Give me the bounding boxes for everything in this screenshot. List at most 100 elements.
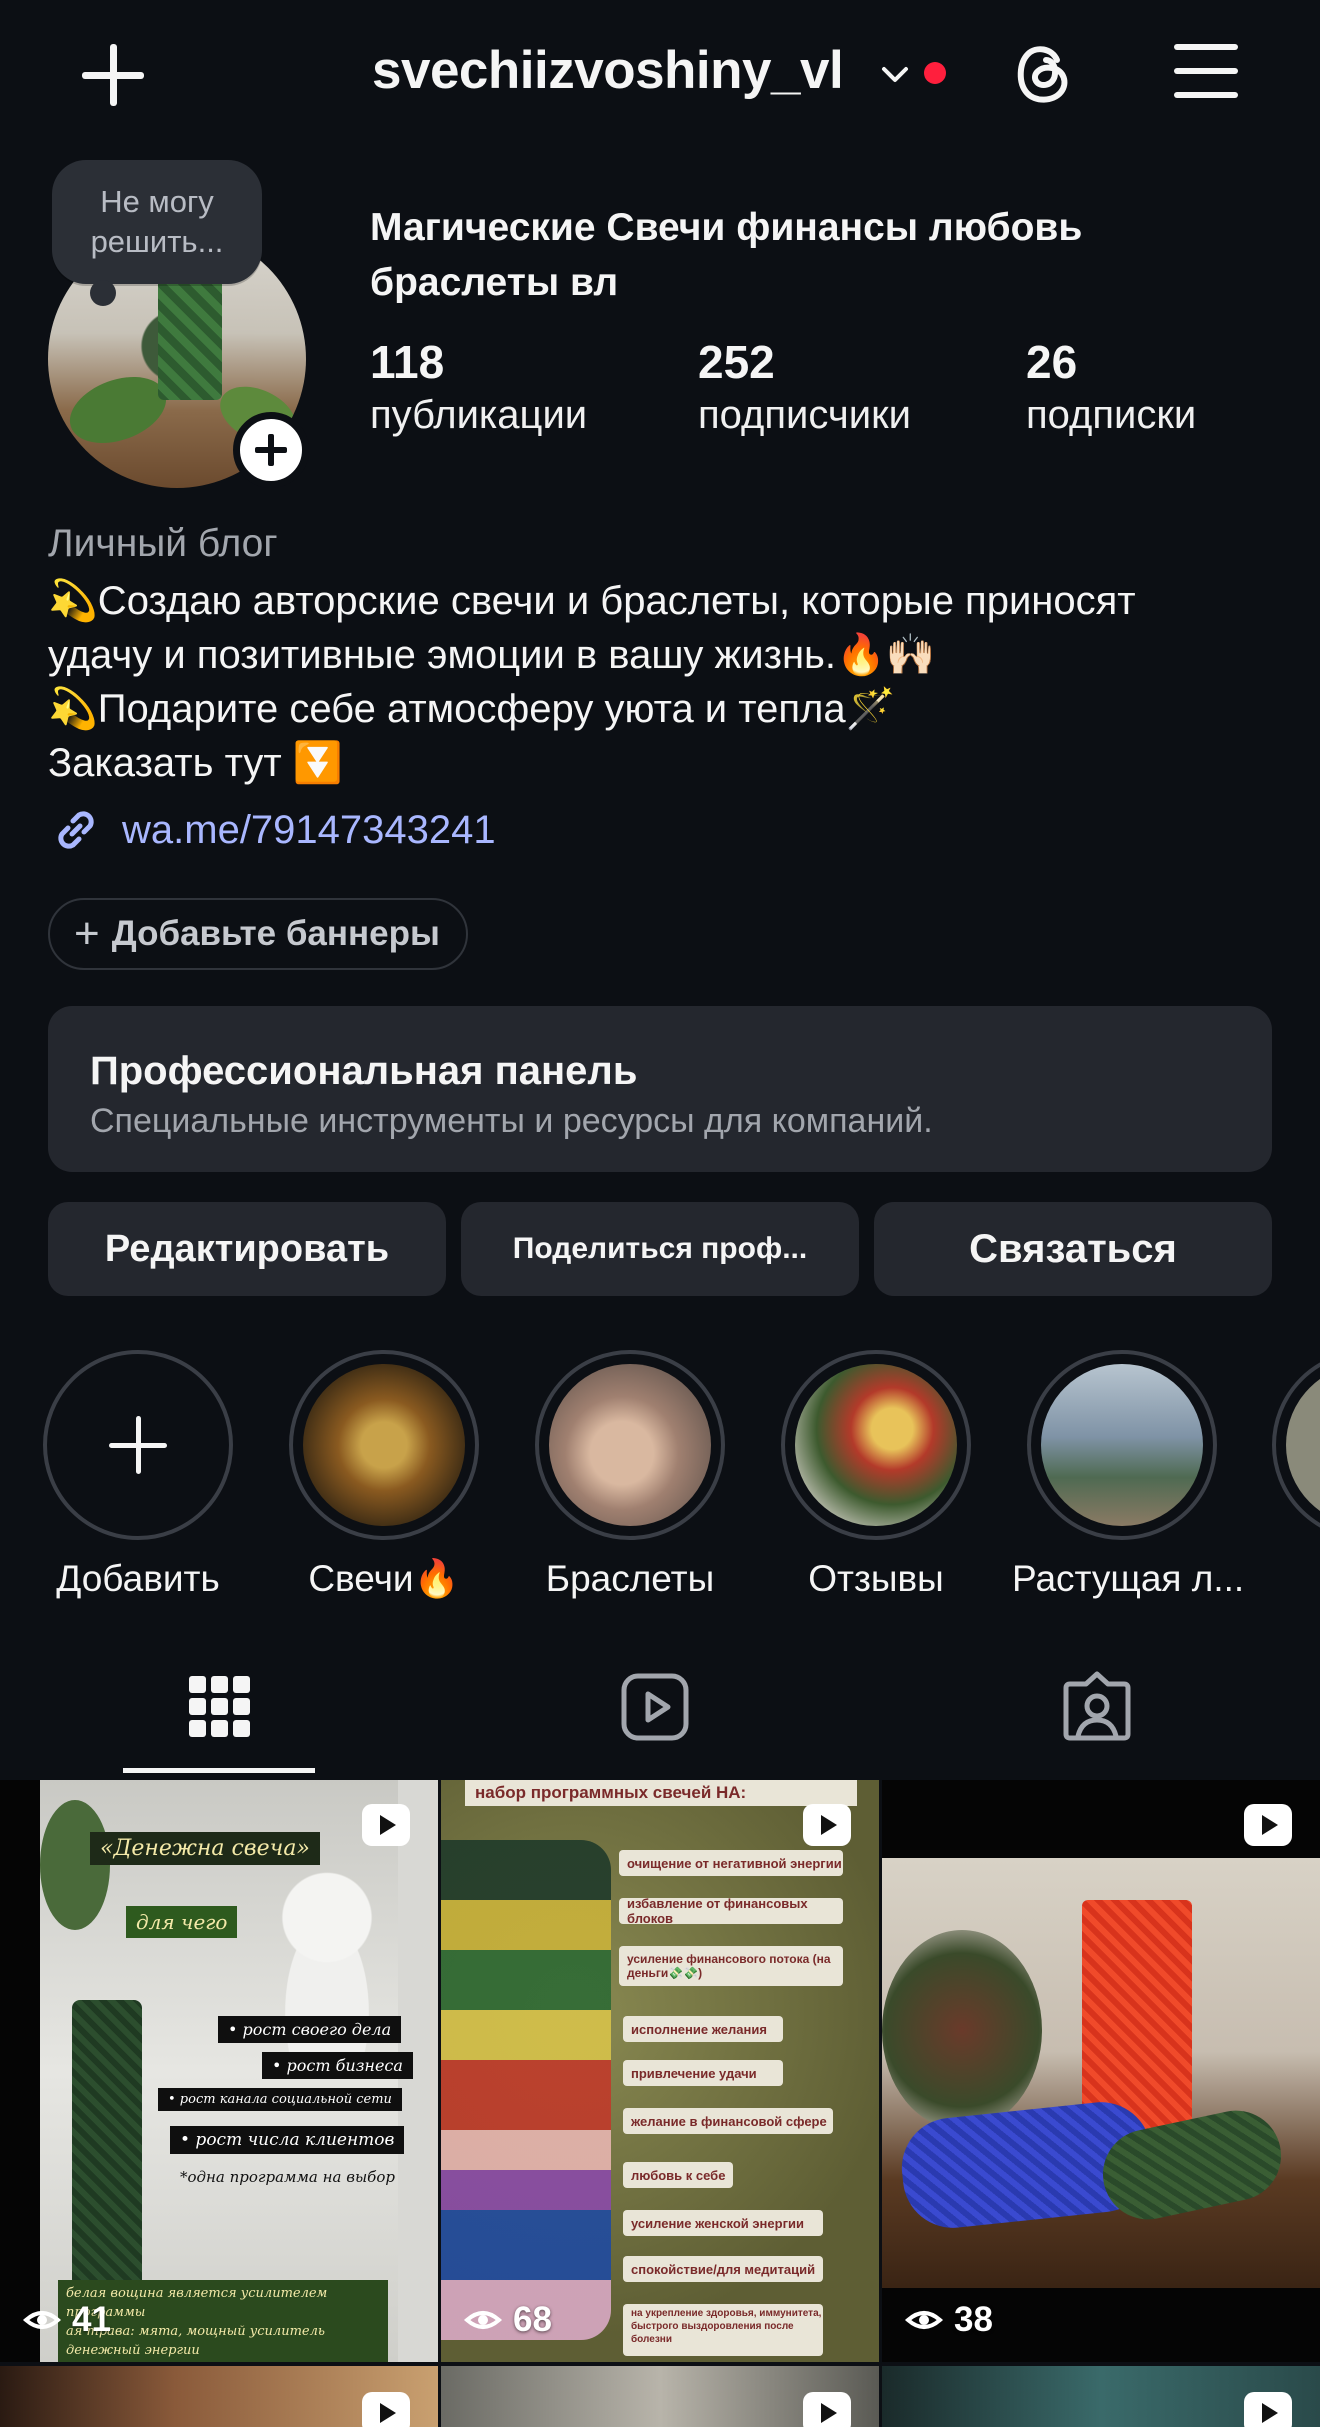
- menu-button[interactable]: [1174, 44, 1238, 98]
- add-story-button[interactable]: [233, 412, 309, 488]
- plant-decor: [40, 1800, 110, 1930]
- highlight-label: Браслеты: [545, 1558, 715, 1599]
- highlight-image: [1286, 1364, 1320, 1526]
- post-text: *одна программа на выбор: [180, 2168, 395, 2186]
- display-name: Магические Свечи финансы любовь браслеты…: [370, 206, 1083, 304]
- highlight-label: Растущая л...: [1012, 1558, 1245, 1599]
- link-text: wa.me/79147343241: [122, 807, 496, 852]
- hamburger-line: [1174, 92, 1238, 98]
- reels-icon[interactable]: [620, 1670, 690, 1744]
- bio-line: 💫Подарите себе атмосферу уюта и тепла🪄: [48, 687, 896, 731]
- create-post-button[interactable]: [78, 40, 150, 112]
- reel-badge-icon: [362, 2392, 410, 2427]
- pro-panel-title: Профессиональная панель: [90, 1049, 638, 1093]
- post-text: для чего: [126, 1906, 238, 1938]
- hamburger-line: [1174, 68, 1238, 74]
- avatar-candle: [158, 270, 222, 400]
- post-tile[interactable]: [441, 2366, 879, 2427]
- link-icon: [58, 811, 94, 849]
- highlight-ring: [535, 1350, 725, 1540]
- pro-panel-subtitle: Специальные инструменты и ресурсы для ко…: [90, 1102, 933, 1140]
- post-text: набор программных свечей НА:: [465, 1780, 857, 1806]
- post-tile[interactable]: набор программных свечей НА: очищение от…: [441, 1780, 879, 2362]
- plus-icon: [43, 1350, 233, 1540]
- profile-bio: 💫Создаю авторские свечи и браслеты, кото…: [48, 574, 1298, 790]
- view-count: 41: [22, 2300, 111, 2340]
- post-border: [0, 1780, 40, 2362]
- highlight-ring: [781, 1350, 971, 1540]
- highlight-item[interactable]: Отзывы: [766, 1350, 986, 1600]
- highlight-image: [795, 1364, 957, 1526]
- reel-badge-icon: [362, 1804, 410, 1846]
- post-text: • рост своего дела: [218, 2016, 402, 2043]
- post-text: денежный энергии: [66, 2343, 200, 2358]
- post-tile[interactable]: [0, 2366, 438, 2427]
- add-banners-label: Добавьте баннеры: [111, 914, 440, 953]
- glass-bowl: [882, 1930, 1042, 2130]
- post-text: белая вощина является усилителем програм…: [66, 2286, 328, 2320]
- view-count-value: 68: [513, 2300, 552, 2339]
- post-tile[interactable]: 38: [882, 1780, 1320, 2362]
- threads-icon[interactable]: [1010, 38, 1076, 108]
- highlight-add[interactable]: Добавить: [28, 1350, 248, 1600]
- view-count-value: 41: [72, 2300, 111, 2339]
- reel-badge-icon: [1244, 2392, 1292, 2427]
- post-text: желание в финансовой сфере: [623, 2108, 833, 2134]
- profile-category: Личный блог: [48, 522, 278, 565]
- following-count[interactable]: 26 подписки: [1026, 334, 1196, 440]
- highlight-image: [1041, 1364, 1203, 1526]
- post-text: спокойствие/для медитаций: [623, 2256, 823, 2282]
- reel-badge-icon: [803, 1804, 851, 1846]
- highlight-item[interactable]: Браслеты: [520, 1350, 740, 1600]
- bio-line: 💫Создаю авторские свечи и браслеты, кото…: [48, 579, 1136, 623]
- highlight-ring: [1272, 1350, 1320, 1540]
- note-bubble[interactable]: Не могу решить...: [52, 160, 262, 284]
- plus-icon: +: [74, 909, 100, 958]
- highlight-item[interactable]: Растущая л...: [1012, 1350, 1245, 1600]
- highlight-item-partial[interactable]: [1272, 1350, 1320, 1540]
- posts-count[interactable]: 118 публикации: [370, 334, 587, 440]
- post-tile[interactable]: [882, 2366, 1320, 2427]
- bio-link[interactable]: wa.me/79147343241: [48, 800, 496, 860]
- candles-set: [441, 1840, 611, 2340]
- view-count: 38: [904, 2300, 993, 2340]
- stat-value: 252: [698, 336, 775, 388]
- reel-badge-icon: [1244, 1804, 1292, 1846]
- post-text: исполнение желания: [623, 2016, 783, 2042]
- add-banners-button[interactable]: + Добавьте баннеры: [48, 898, 468, 970]
- post-text: избавление от финансовых блоков: [619, 1896, 843, 1926]
- note-text: Не могу решить...: [90, 184, 224, 259]
- highlight-item[interactable]: Свечи🔥: [274, 1350, 494, 1601]
- view-count-value: 38: [954, 2300, 993, 2339]
- post-text: усиление финансового потока (на деньги💸💸…: [619, 1946, 843, 1986]
- post-text: «Денежна свеча»: [90, 1832, 320, 1865]
- share-profile-button[interactable]: Поделиться проф...: [461, 1202, 859, 1296]
- highlight-label: Отзывы: [808, 1558, 944, 1599]
- stat-value: 118: [370, 336, 445, 388]
- stat-label: подписки: [1026, 393, 1197, 437]
- view-count: 68: [463, 2300, 552, 2340]
- highlight-ring: [1027, 1350, 1217, 1540]
- post-text: любовь к себе: [623, 2162, 733, 2188]
- followers-count[interactable]: 252 подписчики: [698, 334, 911, 440]
- bio-line: Заказать тут ⏬: [48, 741, 343, 785]
- posts-grid: «Денежна свеча» для чего • рост своего д…: [0, 1780, 1320, 2427]
- edit-profile-button[interactable]: Редактировать: [48, 1202, 446, 1296]
- reel-badge-icon: [803, 2392, 851, 2427]
- contact-button[interactable]: Связаться: [874, 1202, 1272, 1296]
- chevron-down-icon[interactable]: [878, 58, 912, 92]
- highlight-label: Свечи🔥: [308, 1558, 460, 1599]
- post-tile[interactable]: «Денежна свеча» для чего • рост своего д…: [0, 1780, 438, 2362]
- professional-dashboard[interactable]: Профессиональная панель Специальные инст…: [48, 1006, 1272, 1172]
- note-tail: [90, 280, 116, 306]
- post-text: • рост числа клиентов: [170, 2126, 405, 2154]
- eye-icon: [904, 2311, 944, 2329]
- username-title[interactable]: svechiizvoshiny_vl: [372, 40, 844, 101]
- stat-value: 26: [1026, 336, 1078, 388]
- stat-label: публикации: [370, 393, 588, 437]
- hamburger-line: [1174, 44, 1238, 50]
- post-text: • рост бизнеса: [262, 2052, 413, 2079]
- grid-icon[interactable]: [184, 1670, 254, 1744]
- tagged-icon[interactable]: [1062, 1670, 1132, 1744]
- highlight-ring: [289, 1350, 479, 1540]
